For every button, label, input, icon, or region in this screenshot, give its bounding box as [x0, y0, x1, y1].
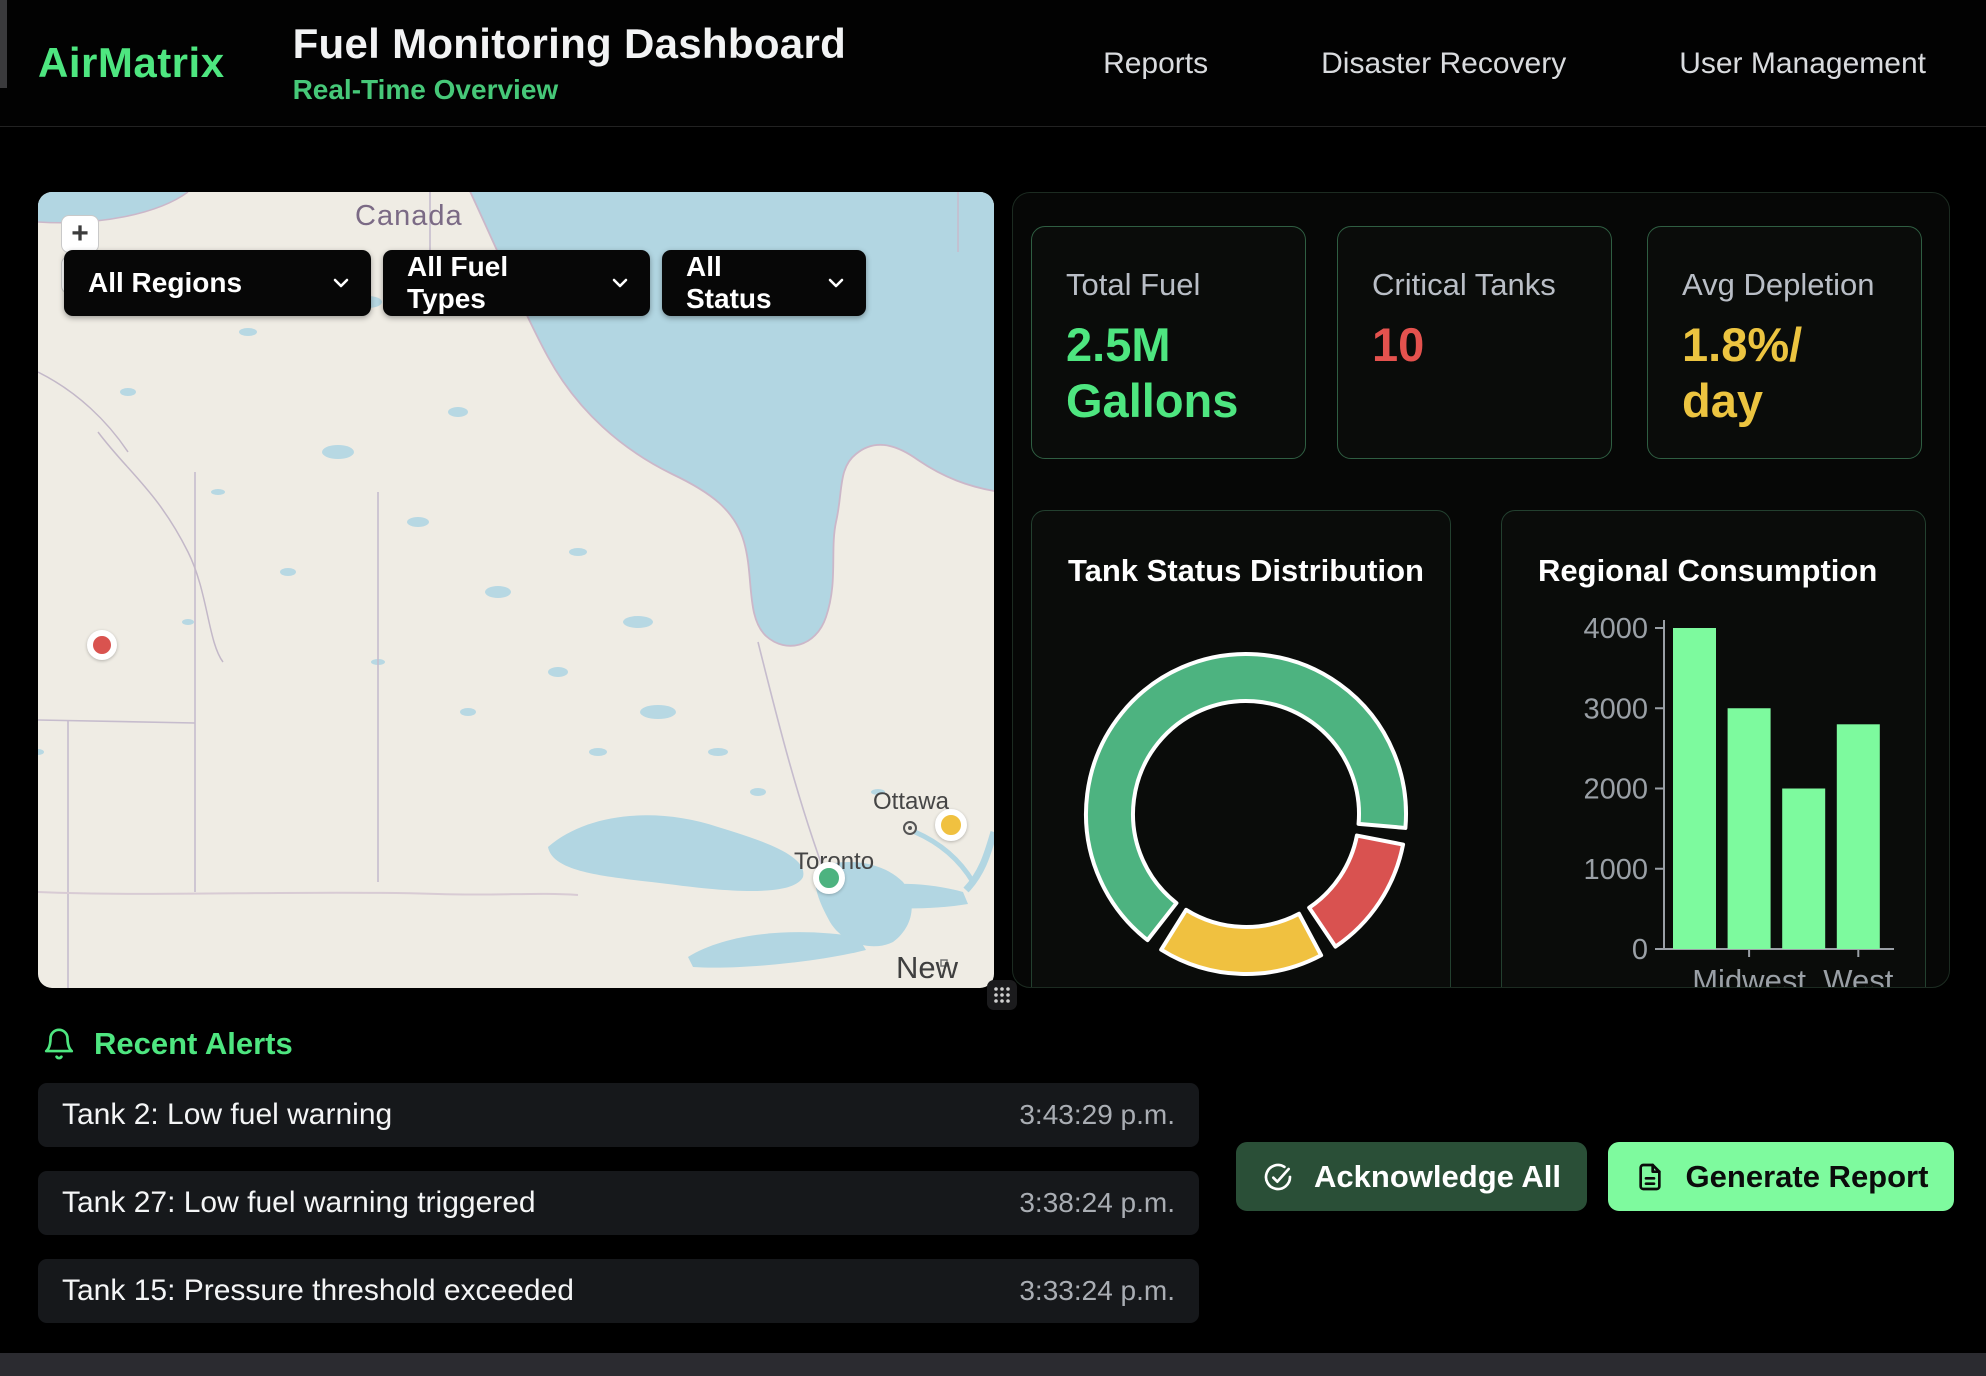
- stat-label: Total Fuel: [1066, 267, 1305, 303]
- region-filter-value: All Regions: [88, 267, 242, 299]
- alert-message: Tank 2: Low fuel warning: [62, 1098, 392, 1132]
- stat-value: 10: [1372, 317, 1611, 373]
- chevron-down-icon: [329, 271, 353, 295]
- fuel-type-filter-value: All Fuel Types: [407, 251, 590, 315]
- map-resize-handle[interactable]: [987, 980, 1017, 1010]
- status-filter-dropdown[interactable]: All Status: [662, 250, 866, 316]
- title-block: Fuel Monitoring Dashboard Real-Time Over…: [293, 20, 846, 106]
- tank-status-donut: [1076, 644, 1416, 984]
- alert-row[interactable]: Tank 27: Low fuel warning triggered 3:38…: [38, 1171, 1199, 1235]
- regional-consumption-title: Regional Consumption: [1502, 511, 1877, 589]
- check-circle-icon: [1262, 1161, 1294, 1193]
- nav-reports[interactable]: Reports: [1103, 47, 1208, 81]
- stat-card-critical-tanks: Critical Tanks 10: [1337, 226, 1612, 459]
- fuel-type-filter-dropdown[interactable]: All Fuel Types: [383, 250, 650, 316]
- acknowledge-all-label: Acknowledge All: [1314, 1159, 1561, 1195]
- svg-text:1000: 1000: [1583, 854, 1648, 886]
- app-logo: AirMatrix: [38, 39, 225, 87]
- grip-dots-icon: [991, 984, 1013, 1006]
- page-title: Fuel Monitoring Dashboard: [293, 20, 846, 68]
- alert-time: 3:38:24 p.m.: [1019, 1187, 1175, 1219]
- dashboard-panel: Total Fuel 2.5M Gallons Critical Tanks 1…: [1012, 192, 1950, 988]
- main-nav: Reports Disaster Recovery User Managemen…: [1103, 0, 1926, 127]
- svg-text:Midwest: Midwest: [1692, 963, 1806, 988]
- chevron-down-icon: [608, 271, 632, 295]
- alert-row[interactable]: Tank 15: Pressure threshold exceeded 3:3…: [38, 1259, 1199, 1323]
- svg-text:2000: 2000: [1583, 774, 1648, 806]
- map-filters: All Regions All Fuel Types All Status: [64, 250, 866, 316]
- window-edge: [0, 0, 7, 88]
- regional-consumption-card: 0 1000 2000 3000 4000 Midwest West Regional Co…: [1501, 510, 1926, 988]
- region-filter-dropdown[interactable]: All Regions: [64, 250, 371, 316]
- acknowledge-all-button[interactable]: Acknowledge All: [1236, 1142, 1587, 1211]
- tank-map[interactable]: Canada Ottawa Toronto New York + All Reg…: [38, 192, 994, 988]
- alert-time: 3:43:29 p.m.: [1019, 1099, 1175, 1131]
- page-subtitle: Real-Time Overview: [293, 74, 846, 106]
- svg-text:West: West: [1823, 963, 1893, 988]
- stat-label: Avg Depletion: [1682, 267, 1921, 303]
- status-filter-value: All Status: [686, 251, 806, 315]
- tank-status-donut-wrap: [1076, 644, 1416, 988]
- bell-icon: [42, 1027, 76, 1061]
- file-text-icon: [1634, 1161, 1666, 1193]
- tank-marker-normal[interactable]: [813, 862, 845, 894]
- map-label-canada: Canada: [355, 200, 463, 233]
- stat-value: 1.8%/ day: [1682, 317, 1921, 430]
- tank-marker-warning[interactable]: [935, 809, 967, 841]
- tank-status-title: Tank Status Distribution: [1032, 511, 1450, 589]
- header: AirMatrix Fuel Monitoring Dashboard Real…: [0, 0, 1986, 127]
- map-zoom-in-button[interactable]: +: [61, 215, 99, 253]
- map-label-new-york: New York: [896, 950, 994, 988]
- svg-text:3000: 3000: [1583, 693, 1648, 725]
- tank-marker-critical[interactable]: [87, 630, 117, 660]
- stat-card-total-fuel: Total Fuel 2.5M Gallons: [1031, 226, 1306, 459]
- stat-card-avg-depletion: Avg Depletion 1.8%/ day: [1647, 226, 1922, 459]
- stat-label: Critical Tanks: [1372, 267, 1611, 303]
- svg-text:0: 0: [1632, 934, 1648, 966]
- nav-user-management[interactable]: User Management: [1679, 47, 1926, 81]
- svg-text:4000: 4000: [1583, 613, 1648, 645]
- map-label-ottawa: Ottawa: [873, 788, 949, 816]
- generate-report-label: Generate Report: [1686, 1159, 1929, 1195]
- fuel-monitoring-dashboard: AirMatrix Fuel Monitoring Dashboard Real…: [0, 0, 1986, 1376]
- window-bottom-bar: [0, 1353, 1986, 1376]
- alert-time: 3:33:24 p.m.: [1019, 1275, 1175, 1307]
- alert-message: Tank 27: Low fuel warning triggered: [62, 1186, 536, 1220]
- nav-disaster-recovery[interactable]: Disaster Recovery: [1321, 47, 1566, 81]
- alert-message: Tank 15: Pressure threshold exceeded: [62, 1274, 574, 1308]
- tank-status-card: Tank Status Distribution: [1031, 510, 1451, 988]
- alerts-header: Recent Alerts: [42, 1026, 293, 1062]
- alerts-title: Recent Alerts: [94, 1026, 293, 1062]
- stat-value: 2.5M Gallons: [1066, 317, 1305, 430]
- generate-report-button[interactable]: Generate Report: [1608, 1142, 1954, 1211]
- alert-row[interactable]: Tank 2: Low fuel warning 3:43:29 p.m.: [38, 1083, 1199, 1147]
- chevron-down-icon: [824, 271, 848, 295]
